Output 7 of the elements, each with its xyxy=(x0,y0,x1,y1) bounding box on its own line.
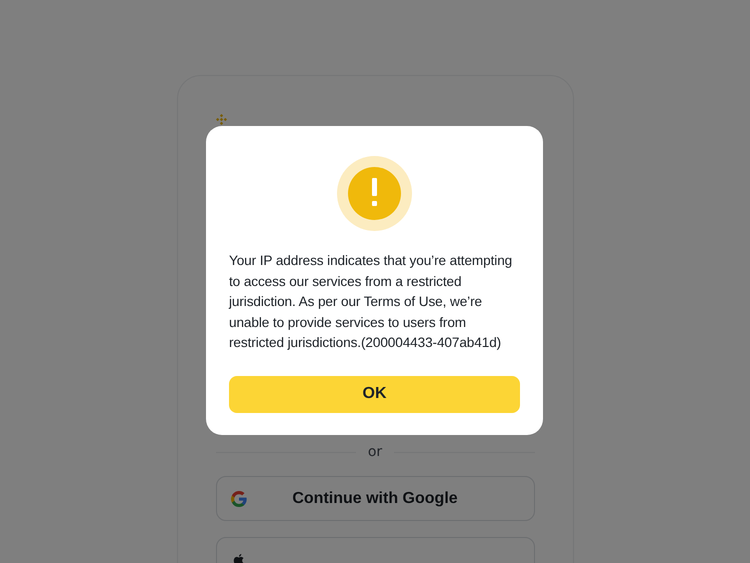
google-icon xyxy=(230,490,246,506)
google-login-button[interactable]: Continue with Google xyxy=(216,476,534,521)
ok-button[interactable]: OK xyxy=(229,376,520,413)
logo-icon xyxy=(216,114,226,125)
divider-text: or xyxy=(368,444,382,460)
warning-icon xyxy=(337,156,412,231)
alert-message: Your IP address indicates that you’re attempting to access our services from a restricted jurisdiction. As per our Terms of Use, we’re unable to provide services to users from restricted jurisdictions.(200004433-407ab41d) xyxy=(229,252,514,352)
